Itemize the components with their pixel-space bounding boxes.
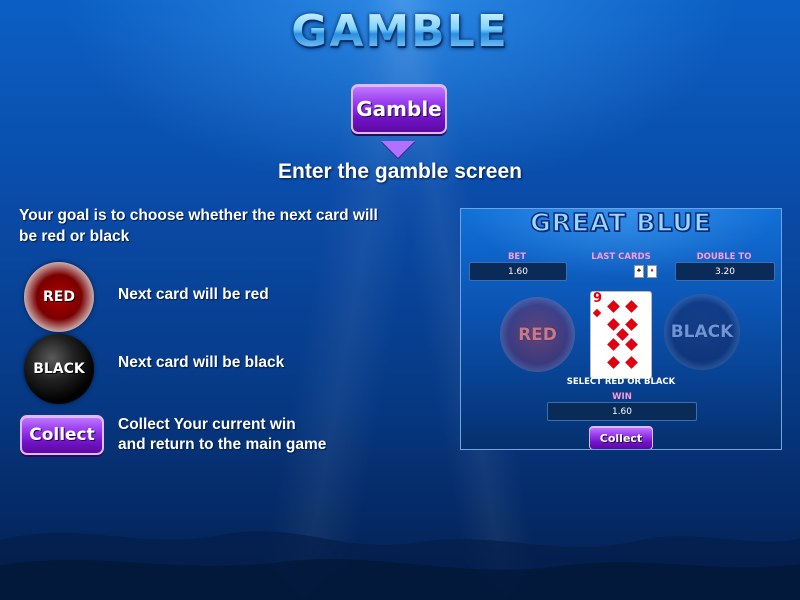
arrow-down-icon [381,141,415,158]
collect-button[interactable]: Collect [20,415,104,455]
collect-description-line2: and return to the main game [118,436,327,453]
red-description: Next card will be red [118,286,269,303]
collect-description: Collect Your current win and return to t… [118,415,326,455]
page-title: GAMBLE [0,6,800,57]
game-logo: GREAT BLUE [530,208,712,238]
current-card: 9 [590,291,652,379]
win-value: 1.60 [547,402,697,421]
diamond-icon [607,318,620,331]
card-rank: 9 [593,291,603,306]
gamble-screen-preview: GREAT BLUE BET 1.60 LAST CARDS ♣ ♦ DOUBL… [460,208,782,450]
panel-red-label: RED [518,324,557,345]
last-card-1: ♣ [634,265,644,278]
red-orb-button[interactable]: RED [24,262,94,332]
gamble-button[interactable]: Gamble [351,84,447,134]
diamond-icon [625,300,638,313]
bet-value: 1.60 [469,262,567,281]
diamond-icon [607,356,620,369]
diamond-icon [625,356,638,369]
black-orb-label: BLACK [33,361,85,377]
diamond-icon [625,318,638,331]
last-card-2: ♦ [647,265,657,278]
red-orb-label: RED [43,289,75,305]
double-to-value: 3.20 [675,262,775,281]
panel-red-orb: RED [500,297,575,372]
last-cards-label: LAST CARDS [591,252,651,262]
subtitle: Enter the gamble screen [278,160,522,183]
diamond-icon [616,328,629,341]
seabed-silhouette [0,531,800,600]
black-description: Next card will be black [118,354,285,371]
diamond-icon [607,300,620,313]
black-orb-button[interactable]: BLACK [24,334,94,404]
panel-collect-button: Collect [589,426,653,449]
panel-black-label: BLACK [670,322,734,342]
select-instruction: SELECT RED OR BLACK [566,377,676,387]
panel-black-orb: BLACK [664,294,740,370]
collect-description-line1: Collect Your current win [118,416,296,433]
diamond-small-icon [592,308,602,318]
diamond-icon [625,338,638,351]
win-label: WIN [612,392,632,402]
goal-text: Your goal is to choose whether the next … [19,207,378,245]
diamond-icon [607,338,620,351]
double-to-label: DOUBLE TO [696,252,752,262]
bet-label: BET [507,252,527,262]
